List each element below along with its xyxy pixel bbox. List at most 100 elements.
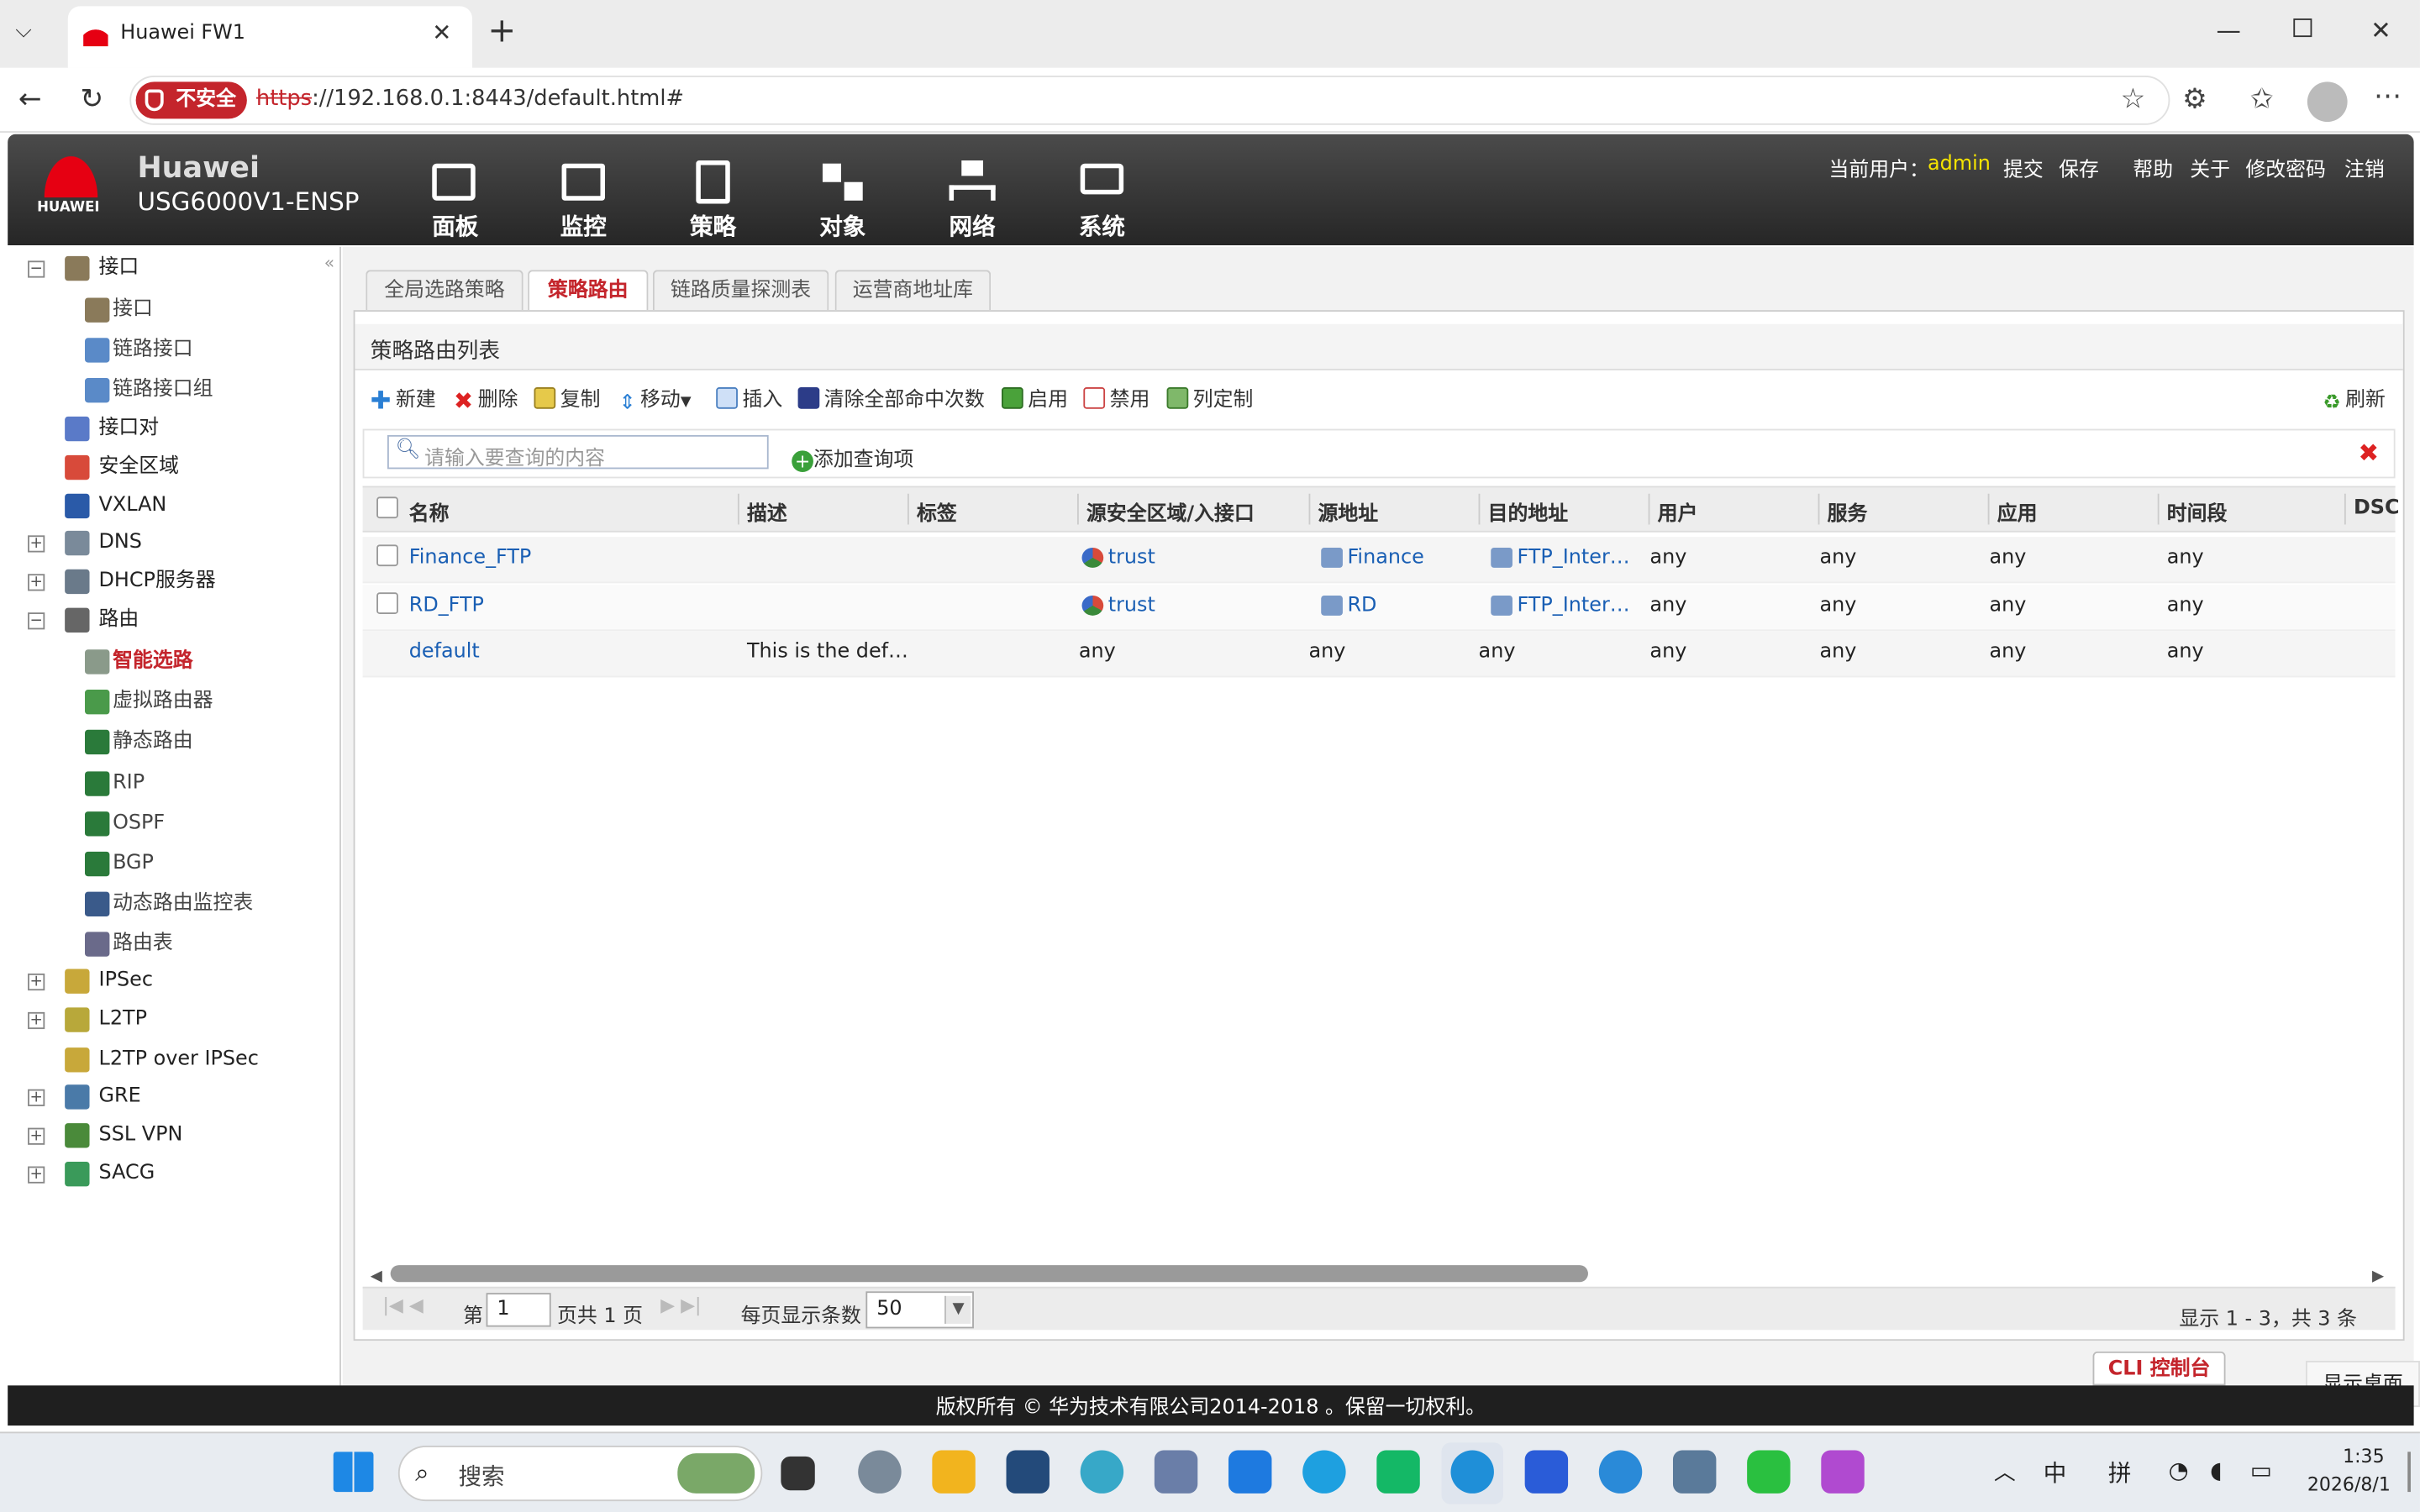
cloud-app-icon[interactable]	[1302, 1450, 1346, 1494]
tab-isp-address-lib[interactable]: 运营商地址库	[834, 270, 992, 311]
browser-tab[interactable]: Huawei FW1 ✕	[67, 6, 473, 68]
sidebar-item[interactable]	[15, 1005, 333, 1038]
sidebar-item-label[interactable]: IPSec	[99, 966, 153, 997]
sidebar-item[interactable]	[15, 1082, 333, 1116]
commit-link[interactable]: 提交	[2003, 153, 2044, 182]
favorites-icon[interactable]: ✩	[2250, 83, 2274, 116]
per-page-select[interactable]: 50 ▼	[865, 1291, 974, 1329]
virtualbox-icon[interactable]	[1154, 1450, 1198, 1494]
feishu-icon[interactable]	[1228, 1450, 1272, 1494]
battery-icon[interactable]: ▭	[2250, 1457, 2272, 1484]
row-checkbox[interactable]	[376, 544, 398, 567]
sidebar-item-label[interactable]: 路由	[99, 605, 139, 636]
table-row[interactable]	[362, 585, 2396, 632]
expand-node-icon[interactable]: +	[28, 574, 45, 591]
expand-node-icon[interactable]: +	[28, 1166, 45, 1184]
table-cell-src[interactable]: Finance	[1347, 546, 1423, 570]
disable-button[interactable]: 禁用	[1083, 387, 1150, 415]
sidebar-item-label[interactable]: 虚拟路由器	[113, 686, 213, 717]
row-checkbox[interactable]	[376, 592, 398, 615]
clock-time[interactable]: 1:35	[2343, 1446, 2385, 1467]
sidebar-item-label[interactable]: 接口对	[99, 413, 160, 444]
restore-icon[interactable]	[2293, 18, 2312, 38]
new-button[interactable]: ✚ 新建	[371, 386, 436, 415]
expand-node-icon[interactable]: +	[28, 1089, 45, 1106]
table-cell-name[interactable]: Finance_FTP	[409, 546, 532, 570]
cli-console-button[interactable]: CLI 控制台	[2092, 1351, 2226, 1386]
sidebar-item-label[interactable]: DNS	[99, 528, 142, 559]
reload-icon[interactable]: ↻	[81, 83, 104, 116]
sidebar-item[interactable]	[15, 605, 333, 638]
search-input[interactable]: 🔍︎ 请输入要查询的内容	[387, 434, 769, 470]
expand-node-icon[interactable]: +	[28, 973, 45, 991]
chat-app-icon[interactable]	[1376, 1450, 1420, 1494]
design-app-icon[interactable]	[1821, 1450, 1865, 1494]
sidebar-item[interactable]	[15, 966, 333, 1000]
network-app-icon[interactable]	[1080, 1450, 1124, 1494]
tray-chevron-icon[interactable]: ︿	[1994, 1457, 2016, 1488]
new-tab-plus-icon[interactable]: +	[487, 13, 516, 51]
sidebar-item-label[interactable]: GRE	[99, 1082, 141, 1113]
sidebar-item[interactable]	[15, 528, 333, 561]
tab-link-quality-probe[interactable]: 链路质量探测表	[652, 270, 829, 311]
close-search-icon[interactable]: ✖	[2358, 438, 2379, 468]
column-header[interactable]: 标签	[917, 496, 957, 527]
sidebar-item-label[interactable]: 智能选路	[113, 647, 193, 678]
table-cell-dst[interactable]: FTP_Inter…	[1517, 546, 1629, 570]
expand-node-icon[interactable]: +	[28, 1127, 45, 1145]
page-number-input[interactable]: 1	[486, 1293, 551, 1327]
sidebar-item-label[interactable]: DHCP服务器	[99, 566, 216, 597]
sidebar-item-label[interactable]: OSPF	[113, 808, 165, 839]
sidebar-item-label[interactable]: 接口	[99, 253, 139, 284]
sidebar-item-label[interactable]: 接口	[113, 295, 153, 326]
edge-browser-icon[interactable]	[1450, 1450, 1494, 1494]
column-header[interactable]: 描述	[747, 496, 787, 527]
sidebar-item-label[interactable]: 路由表	[113, 929, 173, 960]
clear-hit-count-button[interactable]: 清除全部命中次数	[797, 387, 985, 415]
ensp-icon[interactable]	[1672, 1450, 1717, 1494]
column-header[interactable]: 时间段	[2167, 496, 2228, 527]
sidebar-item[interactable]	[15, 848, 333, 882]
logout-link[interactable]: 注销	[2344, 153, 2385, 182]
sidebar-item-label[interactable]: 链路接口组	[113, 375, 213, 406]
edge-ai-icon[interactable]	[1598, 1450, 1643, 1494]
sidebar-item-label[interactable]: SSL VPN	[99, 1120, 183, 1151]
nav-system[interactable]: 系统	[1048, 160, 1156, 247]
help-link[interactable]: 帮助	[2133, 153, 2173, 182]
table-row[interactable]	[362, 631, 2396, 678]
task-view-icon[interactable]	[781, 1456, 815, 1491]
expand-node-icon[interactable]: +	[28, 535, 45, 553]
tab-close-icon[interactable]: ✕	[432, 18, 451, 46]
table-cell-dst[interactable]: FTP_Inter…	[1517, 594, 1629, 617]
more-menu-icon[interactable]: ⋯	[2374, 81, 2402, 113]
ime-mode[interactable]: 中	[2044, 1457, 2067, 1489]
sidebar-item-label[interactable]: RIP	[113, 769, 145, 800]
next-page-icon[interactable]: ▶ ▶|	[660, 1294, 701, 1316]
expand-node-icon[interactable]: +	[28, 1011, 45, 1030]
sidebar-item[interactable]	[15, 295, 333, 328]
column-header[interactable]: 服务	[1828, 496, 1868, 527]
enable-button[interactable]: 启用	[1002, 387, 1068, 415]
column-header[interactable]: 源安全区域/入接口	[1086, 496, 1255, 527]
column-header[interactable]: 源地址	[1318, 496, 1379, 527]
lark-icon[interactable]	[1524, 1450, 1569, 1494]
save-link[interactable]: 保存	[2059, 153, 2099, 182]
taskbar-search[interactable]: ⌕ 搜索	[397, 1445, 763, 1502]
clock-date[interactable]: 2026/8/1	[2307, 1473, 2391, 1495]
move-dropdown[interactable]: ⇕ 移动▼	[619, 387, 692, 415]
tab-list-chevron-icon[interactable]: ⌵	[15, 18, 32, 43]
table-cell-name[interactable]: default	[409, 640, 480, 664]
window-close-icon[interactable]: ✕	[2370, 15, 2391, 45]
delete-button[interactable]: ✖ 删除	[454, 387, 518, 415]
table-cell-zone[interactable]: trust	[1108, 594, 1155, 617]
column-header[interactable]: 用户	[1658, 496, 1698, 527]
sidebar-item-label[interactable]: 安全区域	[99, 452, 180, 483]
show-desktop-button[interactable]	[2407, 1452, 2411, 1493]
add-query-button[interactable]: + 添加查询项	[792, 443, 913, 473]
settings-gear-icon[interactable]	[858, 1450, 902, 1494]
scroll-right-icon[interactable]: ▶	[2372, 1268, 2384, 1285]
column-header[interactable]: 名称	[409, 496, 450, 527]
url-text[interactable]: https://192.168.0.1:8443/default.html#	[256, 87, 684, 111]
sidebar-item-label[interactable]: BGP	[113, 848, 154, 879]
ime-pinyin[interactable]: 拼	[2108, 1457, 2132, 1489]
